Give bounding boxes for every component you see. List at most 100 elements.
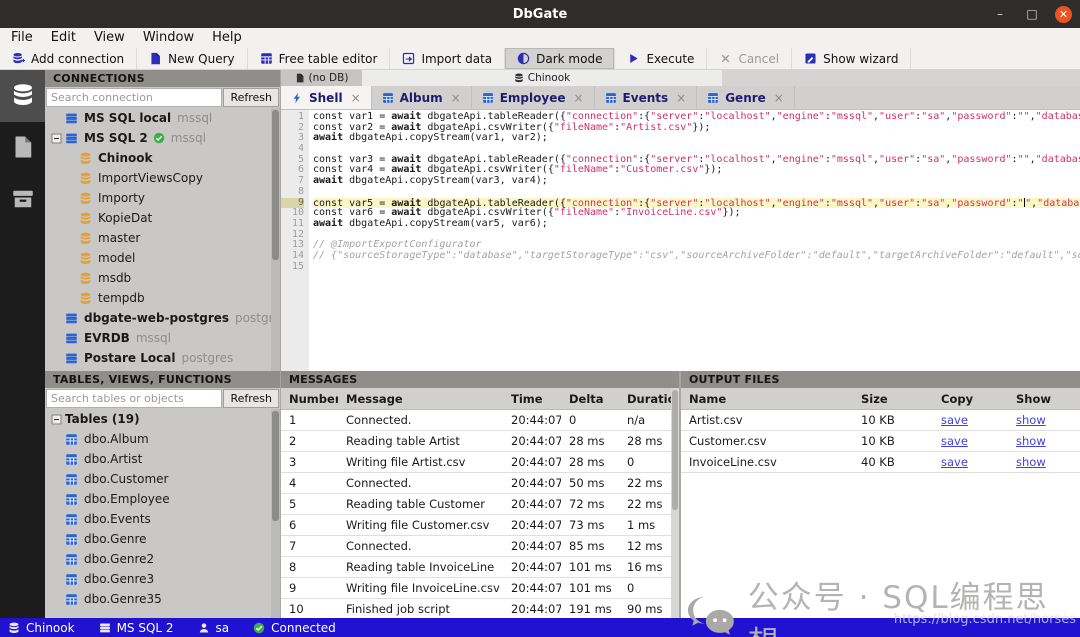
connection-master[interactable]: master (45, 228, 280, 248)
connection-ms-sql-local[interactable]: MS SQL localmssql (45, 108, 280, 128)
tab-genre[interactable]: Genre× (697, 86, 795, 109)
new-query-button[interactable]: New Query (137, 48, 247, 69)
table-dbo-artist[interactable]: dbo.Artist (45, 449, 280, 469)
menu-help[interactable]: Help (203, 28, 251, 48)
cancel-button[interactable]: Cancel (707, 48, 792, 69)
show-link[interactable]: show (1016, 413, 1046, 427)
connection-importviewscopy[interactable]: ImportViewsCopy (45, 168, 280, 188)
save-link[interactable]: save (941, 455, 968, 469)
free-table-editor-button[interactable]: Free table editor (248, 48, 391, 69)
messages-column-number[interactable]: Number (281, 392, 338, 406)
tab-events[interactable]: Events× (595, 86, 698, 109)
messages-column-time[interactable]: Time (503, 392, 561, 406)
rail-item-archive[interactable] (0, 174, 45, 226)
tab-album[interactable]: Album× (372, 86, 472, 109)
status-connected[interactable]: Connected (253, 621, 336, 635)
tab-close-icon[interactable]: × (676, 91, 686, 105)
connection-tempdb[interactable]: tempdb (45, 288, 280, 308)
minimize-button[interactable]: – (991, 5, 1009, 23)
save-link[interactable]: save (941, 434, 968, 448)
add-connection-button[interactable]: Add connection (0, 48, 137, 69)
table-dbo-customer[interactable]: dbo.Customer (45, 469, 280, 489)
tab-close-icon[interactable]: × (573, 91, 583, 105)
code-line[interactable] (313, 262, 1080, 273)
tab-close-icon[interactable]: × (351, 91, 361, 105)
server-db (65, 332, 78, 345)
dark-mode-button[interactable]: Dark mode (505, 48, 615, 69)
show-link[interactable]: show (1016, 434, 1046, 448)
menu-edit[interactable]: Edit (42, 28, 85, 48)
message-row: 3Writing file Artist.csv20:44:0728 ms0 (281, 452, 679, 473)
message-cell: Reading table Customer (338, 497, 503, 511)
messages-column-duration[interactable]: Duration (619, 392, 679, 406)
message-cell: 20:44:07 (503, 455, 561, 469)
connection-postare-local[interactable]: Postare Localpostgres (45, 348, 280, 368)
connection-kopiedat[interactable]: KopieDat (45, 208, 280, 228)
connection-ms-sql-2[interactable]: MS SQL 2mssql (45, 128, 280, 148)
status-ms-sql-2[interactable]: MS SQL 2 (99, 621, 174, 635)
show-link[interactable]: show (1016, 455, 1046, 469)
output-column-show[interactable]: Show (1008, 392, 1080, 406)
table-icon (605, 92, 617, 104)
table-tables-19-[interactable]: Tables (19) (45, 409, 280, 429)
import-data-button[interactable]: Import data (390, 48, 505, 69)
connection-msdb[interactable]: msdb (45, 268, 280, 288)
database (79, 172, 92, 185)
connections-scrollbar[interactable] (271, 108, 280, 371)
save-link[interactable]: save (941, 413, 968, 427)
table-dbo-album[interactable]: dbo.Album (45, 429, 280, 449)
table-dbo-employee[interactable]: dbo.Employee (45, 489, 280, 509)
search-tables-input[interactable] (46, 389, 222, 408)
tables-scrollbar[interactable] (271, 409, 280, 618)
status-sa[interactable]: sa (198, 621, 230, 635)
table-dbo-events[interactable]: dbo.Events (45, 509, 280, 529)
code-editor[interactable]: 123456789101112131415 const var1 = await… (281, 110, 1080, 371)
tables-refresh-button[interactable]: Refresh (223, 389, 279, 408)
engine-label: mssql (171, 131, 206, 145)
menu-window[interactable]: Window (134, 28, 203, 48)
connections-refresh-button[interactable]: Refresh (223, 88, 279, 107)
maximize-button[interactable]: □ (1023, 5, 1041, 23)
output-column-size[interactable]: Size (853, 392, 933, 406)
tables-tree: Tables (19)dbo.Albumdbo.Artistdbo.Custom… (45, 409, 280, 618)
code-line[interactable] (313, 187, 1080, 198)
tab-shell[interactable]: Shell× (281, 86, 372, 109)
table-dbo-genre[interactable]: dbo.Genre (45, 529, 280, 549)
connection-importy[interactable]: Importy (45, 188, 280, 208)
connection-chinook[interactable]: Chinook (45, 148, 280, 168)
tab-close-icon[interactable]: × (774, 91, 784, 105)
menu-file[interactable]: File (2, 28, 42, 48)
messages-column-message[interactable]: Message (338, 392, 503, 406)
message-row: 2Reading table Artist20:44:0728 ms28 ms (281, 431, 679, 452)
connection-evrdb[interactable]: EVRDBmssql (45, 328, 280, 348)
connection-dbgate-web-postgres[interactable]: dbgate-web-postgrespostgres (45, 308, 280, 328)
connection-model[interactable]: model (45, 248, 280, 268)
code-line[interactable]: // {"sourceStorageType":"database","targ… (313, 251, 1080, 262)
message-cell: 0 (619, 455, 679, 469)
message-cell: 20:44:07 (503, 581, 561, 595)
code-line[interactable]: await dbgateApi.copyStream(var3, var4); (313, 176, 1080, 187)
messages-column-delta[interactable]: Delta (561, 392, 619, 406)
rail-item-files[interactable] (0, 122, 45, 174)
menu-view[interactable]: View (85, 28, 134, 48)
search-connection-input[interactable] (46, 88, 222, 107)
messages-scrollbar[interactable] (671, 388, 679, 618)
table-dbo-genre35[interactable]: dbo.Genre35 (45, 589, 280, 609)
rail-item-connections[interactable] (0, 70, 45, 122)
output-column-name[interactable]: Name (681, 392, 853, 406)
tab-employee[interactable]: Employee× (472, 86, 595, 109)
database-icon (514, 73, 524, 83)
line-number: 8 (281, 187, 304, 198)
code-line[interactable]: await dbgateApi.copyStream(var1, var2); (313, 133, 1080, 144)
tab-close-icon[interactable]: × (451, 91, 461, 105)
table-dbo-genre2[interactable]: dbo.Genre2 (45, 549, 280, 569)
table-dbo-genre3[interactable]: dbo.Genre3 (45, 569, 280, 589)
wizard-icon (804, 52, 817, 65)
show-wizard-button[interactable]: Show wizard (792, 48, 911, 69)
editor-code[interactable]: const var1 = await dbgateApi.tableReader… (309, 110, 1080, 371)
close-button[interactable]: ✕ (1055, 6, 1072, 23)
code-line[interactable]: await dbgateApi.copyStream(var5, var6); (313, 219, 1080, 230)
output-column-copy[interactable]: Copy (933, 392, 1008, 406)
execute-button[interactable]: Execute (615, 48, 707, 69)
status-chinook[interactable]: Chinook (8, 621, 75, 635)
